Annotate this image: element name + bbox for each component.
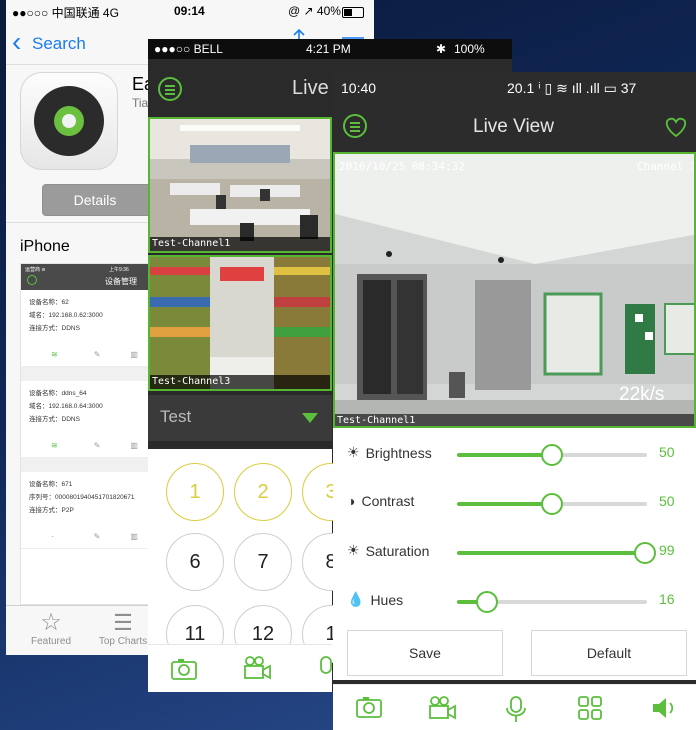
brightness-control: ☀ Brightness 50 — [333, 434, 696, 474]
contrast-control: ◑ Contrast 50 — [333, 483, 696, 523]
bitrate-readout: 22k/s — [619, 384, 665, 405]
saturation-control: ☀ Saturation 99 — [333, 532, 696, 572]
device-select[interactable]: Test — [148, 395, 332, 441]
brightness-slider[interactable] — [457, 444, 647, 466]
status-bar: ●●●○○ BELL 4:21 PM ✱ 100% — [148, 39, 512, 59]
bluetooth-icon: ✱ — [436, 42, 447, 56]
app-icon — [20, 72, 118, 170]
hues-slider[interactable] — [457, 591, 647, 613]
camera-icon[interactable] — [355, 695, 383, 719]
supermarket-camera-feed — [150, 257, 330, 389]
hues-control: 💧 Hues 16 — [333, 581, 696, 621]
grid-layout-icon[interactable] — [577, 695, 603, 721]
keypad-button[interactable]: 1 — [166, 463, 224, 521]
tab-featured[interactable]: ☆ Featured — [26, 609, 76, 648]
default-button[interactable]: Default — [531, 630, 687, 676]
status-time: 4:21 PM — [306, 42, 351, 56]
microphone-icon[interactable] — [505, 695, 527, 723]
section-label: iPhone — [20, 238, 70, 255]
channel-tile[interactable]: Test-Channel3 — [148, 255, 332, 391]
slider-handle[interactable] — [541, 493, 563, 515]
device-actions: ≋ ✎ ▥ — [51, 441, 138, 450]
live-video[interactable]: 2016/10/25 08:34:32 Channel 1 22k/s Test… — [333, 152, 696, 428]
channel-label: Test-Channel1 — [335, 414, 694, 426]
keypad-button[interactable]: 6 — [166, 533, 224, 591]
preview-header: 运营商 ≋ 上午9:36 设备管理 — [21, 264, 161, 290]
contrast-value: 50 — [659, 493, 675, 509]
battery-text: 100% — [454, 42, 485, 56]
dropdown-arrow-icon — [302, 413, 318, 423]
status-indicators: 20.1 ⁱ ▯ ≋ ıll .ıll ▭ 37 — [507, 80, 637, 96]
device-actions: ≋ ✎ ▥ — [51, 350, 138, 359]
heart-icon[interactable] — [663, 116, 689, 138]
bottom-toolbar — [333, 684, 696, 730]
brightness-value: 50 — [659, 444, 675, 460]
back-button[interactable]: Search — [32, 34, 86, 54]
channel-label: Test-Channel3 — [150, 375, 330, 389]
star-icon: ☆ — [40, 609, 62, 636]
slider-handle[interactable] — [541, 444, 563, 466]
keypad-button[interactable]: 2 — [234, 463, 292, 521]
video-record-icon[interactable] — [427, 695, 457, 721]
channel-label: Test-Channel1 — [150, 237, 330, 251]
video-timestamp: 2016/10/25 08:34:32 — [339, 160, 465, 173]
status-bar: 10:40 20.1 ⁱ ▯ ≋ ıll .ıll ▭ 37 — [333, 72, 696, 102]
carrier-text: ●●●○○ BELL — [154, 42, 223, 56]
status-bar: ●●○○○ 中国联通 4G 09:14 @ ↗ 40% — [6, 0, 374, 22]
live-view-screen: 10:40 20.1 ⁱ ▯ ≋ ıll .ıll ▭ 37 Live View — [333, 72, 696, 730]
header: Live View — [333, 102, 696, 152]
camera-icon[interactable] — [170, 657, 198, 681]
device-item: 设备名称：ddns_64 域名：192.168.0.64:3000 连接方式：D… — [21, 381, 161, 458]
preview-title: 设备管理 — [105, 277, 137, 286]
speaker-icon[interactable] — [651, 695, 679, 721]
page-title: Live View — [473, 116, 554, 137]
contrast-slider[interactable] — [457, 493, 647, 515]
app-developer: Tia — [132, 96, 149, 110]
menu-icon[interactable] — [158, 77, 182, 101]
status-time: 10:40 — [341, 80, 377, 96]
office-camera-feed — [150, 119, 330, 251]
back-chevron-icon[interactable]: ‹ — [12, 28, 21, 56]
page-title: Live — [292, 77, 329, 99]
slider-handle[interactable] — [634, 542, 657, 564]
device-item: 设备名称：62 域名：192.168.0.62:3000 连接方式：DDNS ≋… — [21, 290, 161, 367]
details-tab[interactable]: Details — [43, 185, 147, 215]
drop-icon: 💧 — [347, 591, 365, 607]
video-record-icon[interactable] — [242, 655, 272, 681]
channel-tile[interactable]: Test-Channel1 — [148, 117, 332, 253]
saturation-value: 99 — [659, 542, 675, 558]
device-item: 设备名称：671 序列号：0000801940451701820671 连接方式… — [21, 472, 161, 549]
bottom-toolbar — [148, 644, 332, 692]
battery-icon — [342, 7, 364, 18]
eye-logo-icon — [34, 86, 104, 156]
app-preview-screenshot: 运营商 ≋ 上午9:36 设备管理 设备名称：62 域名：192.168.0.6… — [20, 263, 162, 605]
status-time: 09:14 — [174, 4, 205, 18]
contrast-icon: ◑ — [347, 493, 356, 509]
hues-value: 16 — [659, 591, 675, 607]
keypad-button[interactable]: 7 — [234, 533, 292, 591]
saturation-slider[interactable] — [457, 542, 657, 564]
sun-icon: ☀ — [347, 444, 360, 460]
save-button[interactable]: Save — [347, 630, 503, 676]
carrier-text: ●●○○○ 中国联通 4G — [12, 6, 119, 20]
device-actions: · ✎ ▥ — [51, 532, 138, 541]
menu-icon[interactable] — [343, 114, 367, 138]
menu-icon — [27, 275, 37, 285]
slider-handle[interactable] — [476, 591, 499, 613]
sun-icon: ☀ — [347, 542, 360, 558]
video-channel: Channel 1 — [637, 160, 696, 173]
battery-text: @ ↗ 40% — [288, 4, 341, 18]
